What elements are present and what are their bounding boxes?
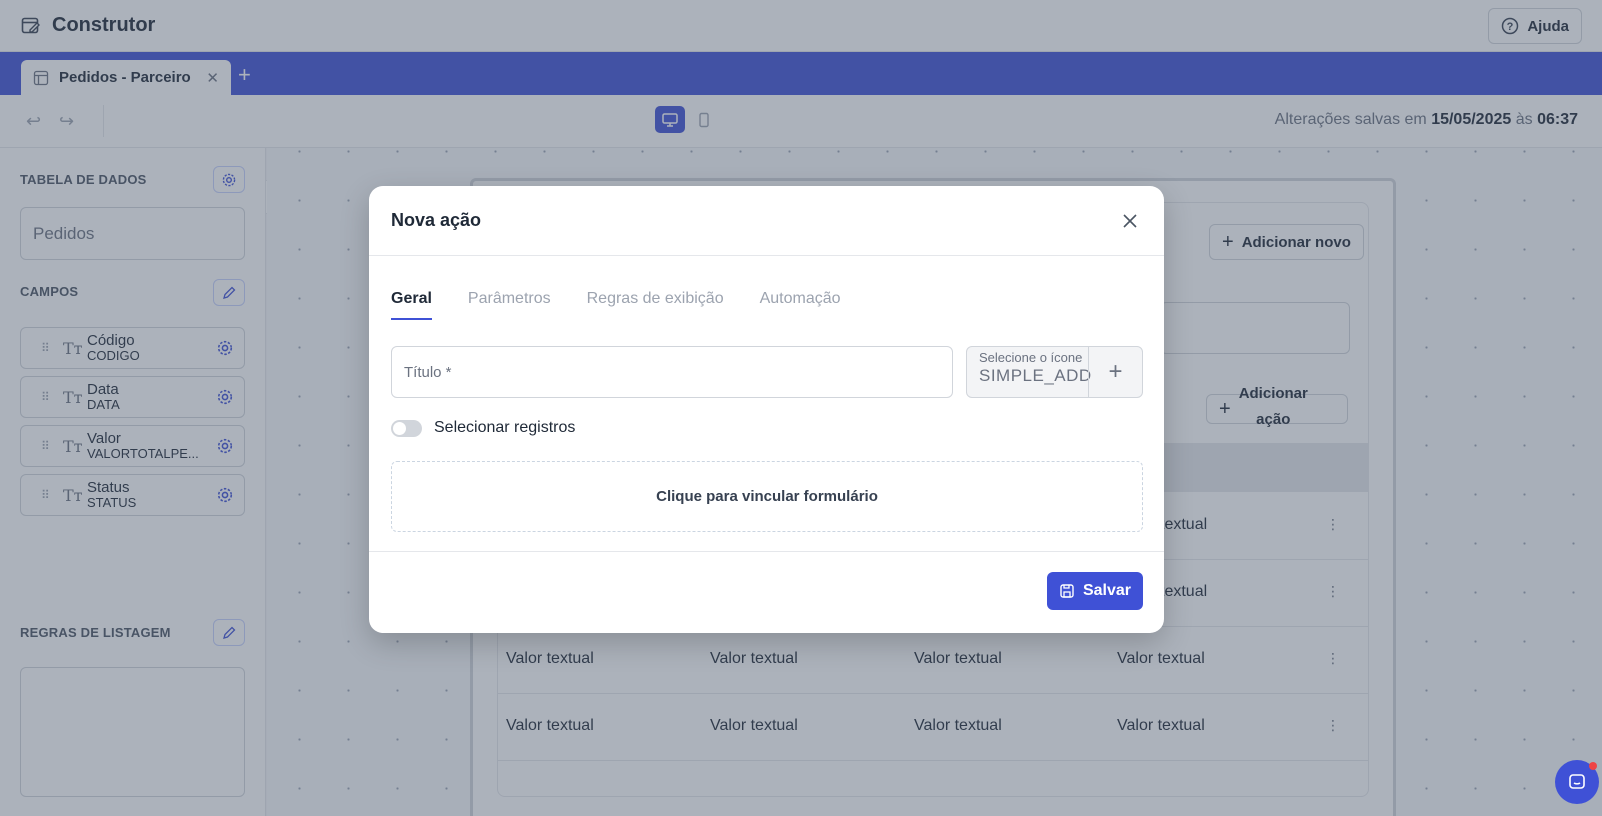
floppy-disk-icon [1060,584,1074,598]
notification-dot [1589,762,1597,770]
chat-icon [1569,774,1585,789]
select-records-label: Selecionar registros [434,419,576,436]
icon-field-label: Selecione o ícone [979,350,1083,365]
plus-icon[interactable]: + [1088,347,1142,397]
dialog-title: Nova ação [391,210,482,230]
link-form-dropzone[interactable]: Clique para vincular formulário [391,461,1143,532]
title-input[interactable]: Título * [391,346,953,398]
tab-geral[interactable]: Geral [391,290,432,320]
save-button[interactable]: Salvar [1046,572,1143,610]
icon-field-value: SIMPLE_ADD [979,366,1092,385]
tab-parametros[interactable]: Parâmetros [468,290,551,320]
select-records-toggle[interactable] [391,419,422,437]
tab-regras-exibicao[interactable]: Regras de exibição [587,290,724,320]
save-label: Salvar [1082,582,1131,599]
dialog-tabs: Geral Parâmetros Regras de exibição Auto… [391,290,841,320]
chat-launcher-button[interactable] [1555,760,1599,804]
tab-automacao[interactable]: Automação [760,290,841,320]
close-icon[interactable] [1118,209,1142,233]
dialog-header: Nova ação [369,186,1164,256]
select-records-row: Selecionar registros [391,419,575,437]
dialog-footer: Salvar [369,551,1164,633]
icon-select-field[interactable]: Selecione o ícone SIMPLE_ADD + [966,346,1143,398]
new-action-dialog: Nova ação Geral Parâmetros Regras de exi… [369,186,1164,633]
